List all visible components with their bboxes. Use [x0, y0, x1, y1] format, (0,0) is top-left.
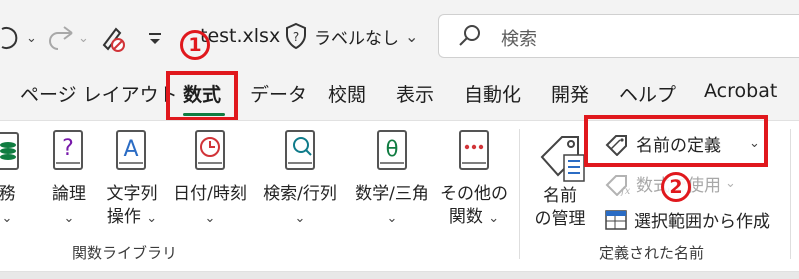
chevron-down-icon: ⌄ [405, 26, 419, 46]
logical-label: 論理 [52, 184, 86, 204]
financial-book-icon [0, 132, 19, 170]
group-label-defined-names: 定義された名前 [599, 244, 705, 262]
date-time-label: 日付/時刻 [173, 184, 247, 204]
ribbon-tabs: ページ レイアウト 数式 データ 校閲 表示 自動化 開発 ヘルプ Acroba… [0, 71, 799, 121]
chevron-down-icon: ⌄ [204, 211, 216, 226]
tab-data[interactable]: データ [250, 80, 307, 107]
ribbon-bottom-border [0, 272, 799, 279]
math-book-icon: θ [377, 130, 407, 170]
text-book-icon: A [116, 130, 146, 170]
svg-text:?: ? [293, 30, 299, 44]
name-manager-icon [540, 136, 585, 182]
chevron-down-icon: ⌄ [294, 211, 306, 226]
chevron-down-icon: ⌄ [146, 211, 158, 226]
math-trig-button[interactable]: θ 数学/三角 ⌄ [348, 127, 436, 230]
highlight-box-define-name [584, 115, 768, 167]
draw-button[interactable] [98, 20, 128, 56]
customize-toolbar-icon [149, 33, 161, 44]
title-bar: ⌄ ⌄ test.xlsx ? ラベルなし ⌄ 検索 1 [0, 0, 799, 74]
lookup-book-icon [285, 130, 315, 170]
redo-button[interactable]: ⌄ [46, 20, 89, 56]
file-name[interactable]: test.xlsx [200, 18, 280, 54]
ribbon-formulas: 務 ⌄ ? 論理 ⌄ A 文字列 操作 ⌄ 日付/時刻 ⌄ 検索/行列 ⌄ θ … [0, 115, 799, 272]
search-input[interactable]: 検索 [438, 14, 799, 58]
tab-automate[interactable]: 自動化 [464, 80, 521, 107]
logical-button[interactable]: ? 論理 ⌄ [46, 127, 92, 230]
financial-button[interactable]: 務 ⌄ [0, 127, 22, 230]
customize-quick-access-button[interactable] [146, 20, 164, 56]
group-separator [519, 129, 520, 259]
svg-text:θ: θ [386, 137, 399, 161]
highlight-box-formulas-tab [166, 71, 238, 121]
name-manager-button[interactable]: 名前 の管理 [528, 127, 592, 231]
name-manager-label-line1: 名前 [543, 186, 577, 206]
svg-text:fx: fx [620, 186, 630, 196]
sensitivity-label-text: ラベルなし [314, 28, 399, 49]
redo-dropdown-chevron-icon[interactable]: ⌄ [78, 31, 89, 46]
annotation-marker-2: 2 [661, 172, 691, 202]
more-functions-button[interactable]: その他の 関数 ⌄ [438, 127, 510, 230]
tab-developer[interactable]: 開発 [551, 80, 589, 107]
tab-help[interactable]: ヘルプ [619, 80, 676, 107]
create-from-selection-label: 選択範囲から作成 [634, 212, 770, 232]
pen-no-icon [102, 27, 125, 52]
undo-dropdown-chevron-icon[interactable]: ⌄ [26, 31, 37, 46]
more-functions-label-line1: その他の [440, 184, 508, 204]
chevron-down-icon: ⌄ [386, 211, 398, 226]
financial-label: 務 [0, 184, 16, 204]
text-label-line2: 操作 ⌄ [106, 207, 158, 227]
chevron-down-icon: ⌄ [1, 211, 13, 226]
tab-page-layout[interactable]: ページ レイアウト [20, 80, 178, 107]
name-manager-label-line2: の管理 [534, 209, 586, 229]
annotation-marker-1: 1 [180, 30, 210, 60]
undo-button[interactable]: ⌄ [0, 20, 37, 56]
lookup-reference-button[interactable]: 検索/行列 ⌄ [256, 127, 344, 230]
create-from-selection-button[interactable]: 選択範囲から作成 [604, 207, 770, 232]
undo-icon [1, 27, 18, 49]
shield-question-icon: ? [286, 22, 306, 50]
text-button[interactable]: A 文字列 操作 ⌄ [102, 127, 162, 230]
datetime-book-icon [195, 130, 225, 170]
group-separator [790, 129, 791, 259]
group-label-function-library: 関数ライブラリ [72, 244, 178, 262]
redo-icon [49, 26, 73, 50]
math-trig-label: 数学/三角 [355, 184, 429, 204]
chevron-down-icon: ⌄ [725, 176, 736, 191]
chevron-down-icon: ⌄ [488, 211, 500, 226]
text-label-line1: 文字列 [106, 184, 158, 204]
date-time-button[interactable]: 日付/時刻 ⌄ [168, 127, 252, 230]
tab-view[interactable]: 表示 [396, 80, 434, 107]
chevron-down-icon: ⌄ [63, 211, 75, 226]
svg-text:?: ? [62, 136, 74, 161]
more-functions-label-line2: 関数 ⌄ [448, 207, 500, 227]
svg-text:A: A [123, 137, 138, 162]
search-placeholder: 検索 [501, 29, 537, 50]
tab-review[interactable]: 校閲 [328, 80, 366, 107]
tab-acrobat[interactable]: Acrobat [704, 80, 777, 102]
search-icon [459, 25, 480, 46]
logical-book-icon: ? [53, 130, 83, 170]
lookup-reference-label: 検索/行列 [263, 184, 337, 204]
create-from-selection-icon [605, 209, 627, 230]
more-functions-book-icon [459, 130, 489, 170]
sensitivity-label-button[interactable]: ? ラベルなし ⌄ [284, 18, 418, 54]
use-in-formula-icon: fx [605, 174, 630, 196]
